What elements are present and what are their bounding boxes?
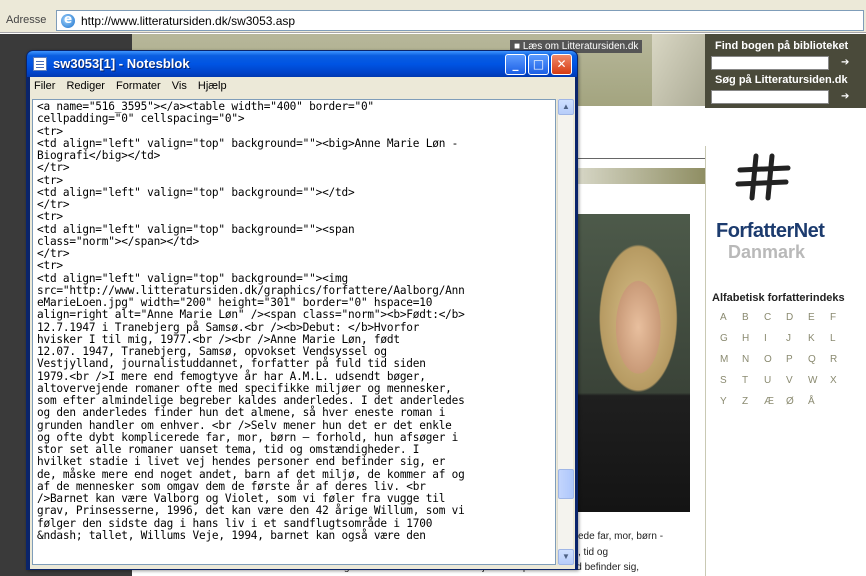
maximize-button[interactable]: □ bbox=[528, 54, 549, 75]
search-site-go-icon[interactable]: ➔ bbox=[841, 91, 849, 102]
vertical-scrollbar[interactable]: ▲ ▼ bbox=[557, 99, 574, 565]
index-letter-link[interactable]: S bbox=[720, 375, 742, 386]
index-letter-link[interactable]: G bbox=[720, 333, 742, 344]
index-letter-link[interactable]: Q bbox=[808, 354, 830, 365]
index-letter-link[interactable]: W bbox=[808, 375, 830, 386]
close-button[interactable]: ✕ bbox=[551, 54, 572, 75]
search-site-title: Søg på Litteratursiden.dk bbox=[715, 74, 848, 86]
content-divider bbox=[575, 158, 705, 159]
notepad-content[interactable]: <a name="516_3595"></a><table width="400… bbox=[37, 100, 555, 542]
index-letter-link[interactable]: C bbox=[764, 312, 786, 323]
menu-edit[interactable]: Rediger bbox=[62, 77, 109, 92]
address-label: Adresse bbox=[6, 14, 47, 26]
menu-help[interactable]: Hjælp bbox=[194, 77, 231, 92]
index-letter-link[interactable]: H bbox=[742, 333, 764, 344]
index-letter-link[interactable]: U bbox=[764, 375, 786, 386]
menu-format[interactable]: Formater bbox=[112, 77, 165, 92]
minimize-button[interactable]: _ bbox=[505, 54, 526, 75]
index-letter-link[interactable]: Æ bbox=[764, 396, 786, 407]
index-letter-link[interactable]: Y bbox=[720, 396, 742, 407]
find-book-title: Find bogen på biblioteket bbox=[715, 40, 849, 52]
index-letter-link[interactable]: A bbox=[720, 312, 742, 323]
scroll-up-arrow-icon[interactable]: ▲ bbox=[558, 99, 574, 115]
ie-page-icon bbox=[61, 12, 75, 28]
author-index-title: Alfabetisk forfatterindeks bbox=[712, 292, 845, 304]
index-letter-link[interactable]: T bbox=[742, 375, 764, 386]
menu-view[interactable]: Vis bbox=[168, 77, 191, 92]
index-letter-link[interactable]: K bbox=[808, 333, 830, 344]
address-bar: Adresse http://www.litteratursiden.dk/sw… bbox=[0, 0, 866, 33]
address-url[interactable]: http://www.litteratursiden.dk/sw3053.asp bbox=[81, 14, 295, 28]
scroll-down-arrow-icon[interactable]: ▼ bbox=[558, 549, 574, 565]
column-divider bbox=[705, 146, 706, 576]
notepad-text-area[interactable]: <a name="516_3595"></a><table width="400… bbox=[32, 99, 556, 565]
bio-snippet-2: , tid og bbox=[578, 547, 609, 558]
index-letter-link[interactable]: Z bbox=[742, 396, 764, 407]
forfatternet-logo-text[interactable]: ForfatterNet bbox=[716, 220, 825, 243]
index-letter-link[interactable]: J bbox=[786, 333, 808, 344]
index-letter-link[interactable]: V bbox=[786, 375, 808, 386]
notepad-title: sw3053[1] - Notesblok bbox=[53, 56, 190, 71]
author-photo bbox=[575, 214, 690, 512]
forfatternet-hash-icon[interactable] bbox=[734, 152, 794, 202]
notepad-app-icon[interactable] bbox=[33, 57, 47, 71]
index-letter-link[interactable]: L bbox=[830, 333, 852, 344]
index-letter-link[interactable]: F bbox=[830, 312, 852, 323]
address-field[interactable]: http://www.litteratursiden.dk/sw3053.asp bbox=[56, 10, 864, 31]
index-letter-link[interactable]: Ø bbox=[786, 396, 808, 407]
menu-file[interactable]: Filer bbox=[30, 77, 59, 92]
scrollbar-thumb[interactable] bbox=[558, 469, 574, 499]
section-bar bbox=[575, 168, 705, 184]
index-letter-link[interactable]: B bbox=[742, 312, 764, 323]
find-book-go-icon[interactable]: ➔ bbox=[841, 57, 849, 68]
notepad-titlebar[interactable]: sw3053[1] - Notesblok _ □ ✕ bbox=[27, 51, 577, 77]
index-letter-link[interactable]: X bbox=[830, 375, 852, 386]
notepad-body: <a name="516_3595"></a><table width="400… bbox=[30, 97, 575, 569]
index-letter-link[interactable]: E bbox=[808, 312, 830, 323]
forfatternet-logo-sub: Danmark bbox=[728, 242, 806, 262]
search-panel: Find bogen på biblioteket ➔ Søg på Litte… bbox=[705, 34, 866, 108]
index-letter-link[interactable]: D bbox=[786, 312, 808, 323]
index-letter-link[interactable]: Å bbox=[808, 396, 830, 407]
index-letter-link[interactable]: O bbox=[764, 354, 786, 365]
index-letter-link[interactable]: I bbox=[764, 333, 786, 344]
notepad-menubar: Filer Rediger Formater Vis Hjælp bbox=[30, 77, 575, 97]
author-index-letters: ABCDEF GHIJKL MNOPQR STUVWX YZÆØÅ bbox=[720, 312, 866, 407]
notepad-window: sw3053[1] - Notesblok _ □ ✕ Filer Redige… bbox=[26, 50, 578, 570]
search-site-input[interactable] bbox=[711, 90, 829, 104]
index-letter-link[interactable]: P bbox=[786, 354, 808, 365]
index-letter-link[interactable]: N bbox=[742, 354, 764, 365]
index-letter-link[interactable]: R bbox=[830, 354, 852, 365]
find-book-input[interactable] bbox=[711, 56, 829, 70]
index-letter-link[interactable]: M bbox=[720, 354, 742, 365]
bio-snippet-1: ede far, mor, børn - bbox=[578, 531, 664, 542]
